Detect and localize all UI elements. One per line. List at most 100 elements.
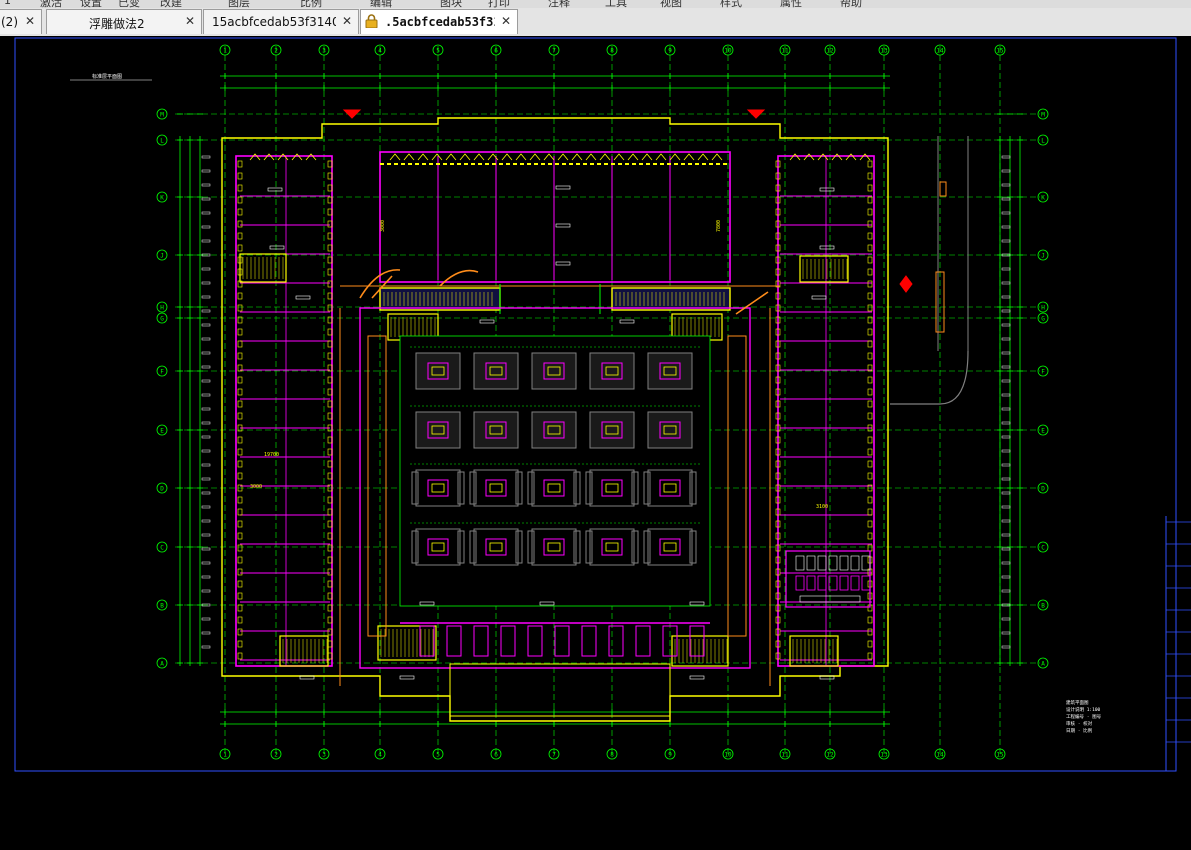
menu-item[interactable]: 属性 [780, 0, 802, 8]
axis-label: F [1041, 369, 1045, 376]
column-hatch [867, 172, 873, 180]
column-hatch [237, 544, 243, 552]
annotation-mark [201, 519, 211, 523]
left-wing-walls [235, 155, 333, 667]
menu-item[interactable]: 图块 [440, 0, 462, 8]
window-symbol [817, 153, 829, 161]
menu-item[interactable]: 视图 [660, 0, 682, 8]
bottom-room [554, 625, 570, 657]
annotation-mark [1001, 533, 1011, 537]
external-curve [890, 350, 969, 405]
axis-label: L [160, 138, 164, 145]
annotation-mark [1001, 337, 1011, 341]
column-hatch [237, 580, 243, 588]
menu-item[interactable]: 打印 [488, 0, 510, 8]
menu-item[interactable]: 激活 [40, 0, 62, 8]
annotation-mark [201, 183, 211, 187]
annotation-mark [201, 309, 211, 313]
annotation-mark [201, 617, 211, 621]
annotation-mark [555, 185, 571, 190]
drawing-canvas[interactable]: 1 1 2 2 3 3 4 4 5 5 6 6 7 7 8 8 9 9 10 10 11 11 12 12 13 13 14 14 15… [0, 36, 1191, 850]
tab-label: 浮雕做法2 [89, 17, 145, 31]
column-hatch [237, 460, 243, 468]
toilet-stall [806, 575, 816, 591]
column-hatch [867, 520, 873, 528]
column-hatch [867, 196, 873, 204]
annotation-mark [819, 245, 835, 250]
annotation-mark [1001, 393, 1011, 397]
menu-item[interactable]: 编辑 [370, 0, 392, 8]
column-hatch [237, 508, 243, 516]
column-hatch [237, 340, 243, 348]
close-tab-icon[interactable]: ✕ [185, 14, 195, 28]
floor-plan-drawing[interactable]: 1122334455667788991010111112121313141415… [0, 36, 1191, 850]
document-tab-3[interactable]: 15acbfcedab53f31402… ✕ [203, 9, 359, 34]
axis-label: 5 [436, 48, 440, 55]
close-tab-icon[interactable]: ✕ [342, 14, 352, 28]
document-tab-2[interactable]: 浮雕做法2 ✕ [46, 9, 202, 34]
annotation-mark [619, 319, 635, 324]
annotation-mark [1001, 267, 1011, 271]
axis-label: 1 [223, 48, 227, 55]
column-hatch [867, 508, 873, 516]
column-hatch [237, 208, 243, 216]
column-hatch [237, 472, 243, 480]
menu-item[interactable]: 样式 [720, 0, 742, 8]
axis-label: K [160, 195, 164, 202]
hall-unit [531, 352, 577, 390]
annotation-mark [1001, 449, 1011, 453]
menu-item[interactable]: 比例 [300, 0, 322, 8]
menu-item[interactable]: 工具 [605, 0, 627, 8]
axis-label: 4 [378, 48, 382, 55]
toilet-stall [850, 555, 860, 571]
top-block-walls [379, 151, 731, 283]
annotation-mark [1001, 547, 1011, 551]
annotation-mark [1001, 155, 1011, 159]
hall-unit [531, 411, 577, 449]
annotation-mark [1001, 379, 1011, 383]
column-hatch [867, 184, 873, 192]
document-tab-1[interactable]: (2) ✕ [0, 9, 42, 34]
column-hatch [237, 436, 243, 444]
close-tab-icon[interactable]: ✕ [25, 14, 35, 28]
axis-label: A [1041, 661, 1045, 668]
menu-item[interactable]: 已变 [118, 0, 140, 8]
side-corridor-left [367, 335, 387, 637]
close-tab-icon[interactable]: ✕ [501, 14, 511, 28]
menu-item[interactable]: 图层 [228, 0, 250, 8]
window-symbol [683, 153, 695, 161]
column-hatch [237, 328, 243, 336]
title-block-text: 设计说明 1:100 [1066, 706, 1101, 713]
menu-item[interactable]: 帮助 [840, 0, 862, 8]
column-hatch [237, 160, 243, 168]
column-hatch [867, 376, 873, 384]
window-symbol [845, 153, 857, 161]
column-hatch [867, 160, 873, 168]
menu-item[interactable]: 改建 [160, 0, 182, 8]
axis-label: M [160, 112, 164, 119]
annotation-mark [201, 393, 211, 397]
column-hatch [867, 304, 873, 312]
annotation-mark [201, 225, 211, 229]
menu-item[interactable]: 1 [4, 0, 11, 7]
column-hatch [237, 532, 243, 540]
axis-label: A [160, 661, 164, 668]
annotation-mark [201, 533, 211, 537]
menu-item[interactable]: 设置 [80, 0, 102, 8]
document-tab-4[interactable]: .5acbfcedab53f31· ✕ [360, 9, 518, 34]
menu-item[interactable]: 注释 [548, 0, 570, 8]
window-symbol [669, 153, 681, 161]
annotation-mark [1001, 323, 1011, 327]
column-hatch [237, 592, 243, 600]
annotation-mark [201, 631, 211, 635]
window-symbol [403, 153, 415, 161]
column-hatch [237, 628, 243, 636]
column-hatch [867, 256, 873, 264]
axis-label: 2 [274, 48, 278, 55]
column-hatch [867, 232, 873, 240]
lock-icon [365, 14, 378, 28]
tab-label: 15acbfcedab53f31402… [212, 15, 336, 29]
axis-label: 1 [223, 752, 227, 759]
column-hatch [237, 184, 243, 192]
annotation-mark [689, 675, 705, 680]
